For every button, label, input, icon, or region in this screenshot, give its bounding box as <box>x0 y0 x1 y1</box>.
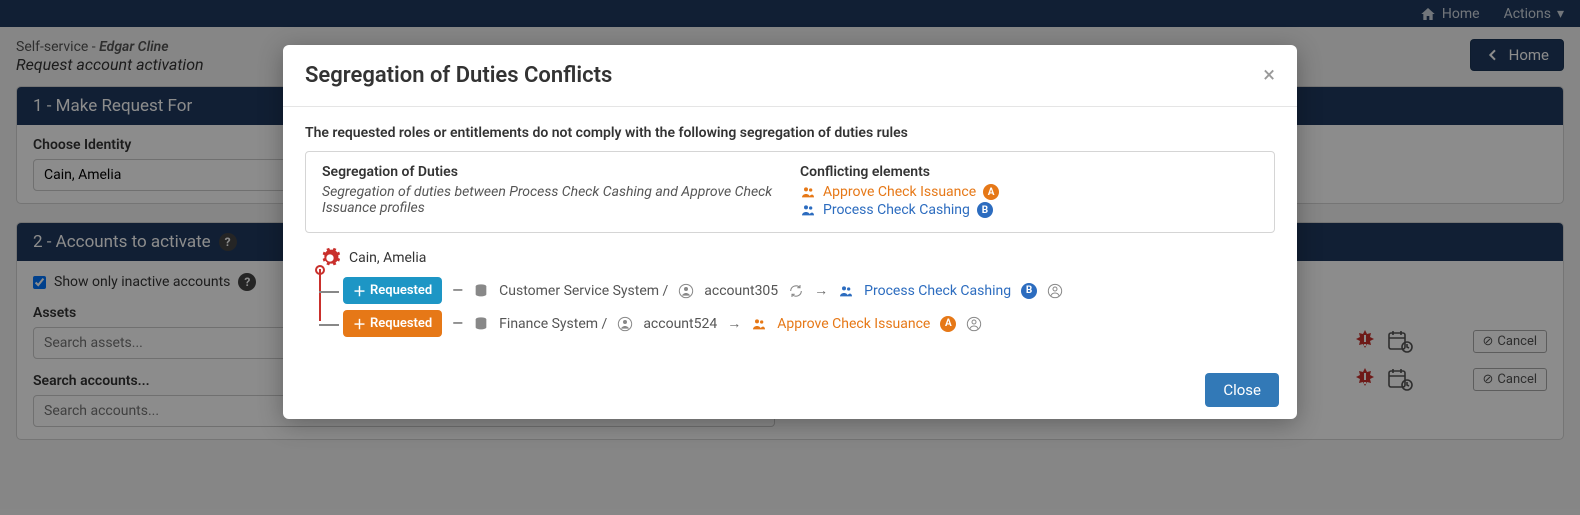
system-name: Customer Service System / <box>499 283 668 299</box>
tree-user-name: Cain, Amelia <box>349 250 426 266</box>
profile-link[interactable]: Approve Check Issuance <box>777 316 930 332</box>
system-name: Finance System / <box>499 316 607 332</box>
arrow-right-icon: → <box>727 315 741 332</box>
arrow-right-icon: → <box>814 282 828 299</box>
tree-user-row: Cain, Amelia <box>319 247 1275 269</box>
tree-branch <box>319 291 339 293</box>
user-circle-icon <box>617 316 633 332</box>
request-row: ＋ Requested — Customer Service System / a… <box>319 277 1275 304</box>
conflict-a-link[interactable]: Approve Check Issuance <box>823 184 976 200</box>
request-tree: Cain, Amelia ＋ Requested — Customer Servi… <box>305 247 1275 337</box>
modal-warning-text: The requested roles or entitlements do n… <box>305 125 1275 141</box>
users-icon <box>838 283 854 299</box>
request-row: ＋ Requested — Finance System / account524… <box>319 310 1275 337</box>
requested-tag: ＋ Requested <box>343 310 442 337</box>
requested-label: Requested <box>370 316 432 331</box>
account-name: account305 <box>704 283 778 299</box>
conflict-item: Approve Check Issuance A <box>800 184 1258 200</box>
tree-branch <box>319 324 339 326</box>
modal-header: Segregation of Duties Conflicts × <box>283 45 1297 107</box>
database-icon <box>473 316 489 332</box>
dash: — <box>452 283 463 299</box>
dash: — <box>452 316 463 332</box>
account-name: account524 <box>643 316 717 332</box>
sod-description: Segregation of duties between Process Ch… <box>322 184 780 216</box>
requested-label: Requested <box>370 283 432 298</box>
profile-link[interactable]: Process Check Cashing <box>864 283 1011 299</box>
modal-footer: Close <box>283 361 1297 419</box>
sod-label: Segregation of Duties <box>322 164 780 180</box>
letter-b-badge: B <box>977 202 993 218</box>
sod-rule-box: Segregation of Duties Segregation of dut… <box>305 151 1275 233</box>
close-button[interactable]: Close <box>1205 373 1279 407</box>
letter-a-badge: A <box>940 316 956 332</box>
plus-icon: ＋ <box>353 281 366 300</box>
user-outline-icon <box>966 316 982 332</box>
conflicting-elements-label: Conflicting elements <box>800 164 1258 180</box>
plus-icon: ＋ <box>353 314 366 333</box>
user-outline-icon <box>1047 283 1063 299</box>
conflict-item: Process Check Cashing B <box>800 202 1258 218</box>
refresh-icon <box>788 283 804 299</box>
requested-tag: ＋ Requested <box>343 277 442 304</box>
letter-a-badge: A <box>983 184 999 200</box>
modal-title: Segregation of Duties Conflicts <box>305 63 612 88</box>
users-icon <box>800 184 816 200</box>
database-icon <box>473 283 489 299</box>
modal-close-x[interactable]: × <box>1263 63 1275 88</box>
users-icon <box>751 316 767 332</box>
conflict-b-link[interactable]: Process Check Cashing <box>823 202 970 218</box>
users-icon <box>800 202 816 218</box>
letter-b-badge: B <box>1021 283 1037 299</box>
sod-conflicts-modal: Segregation of Duties Conflicts × The re… <box>283 45 1297 419</box>
user-circle-icon <box>678 283 694 299</box>
